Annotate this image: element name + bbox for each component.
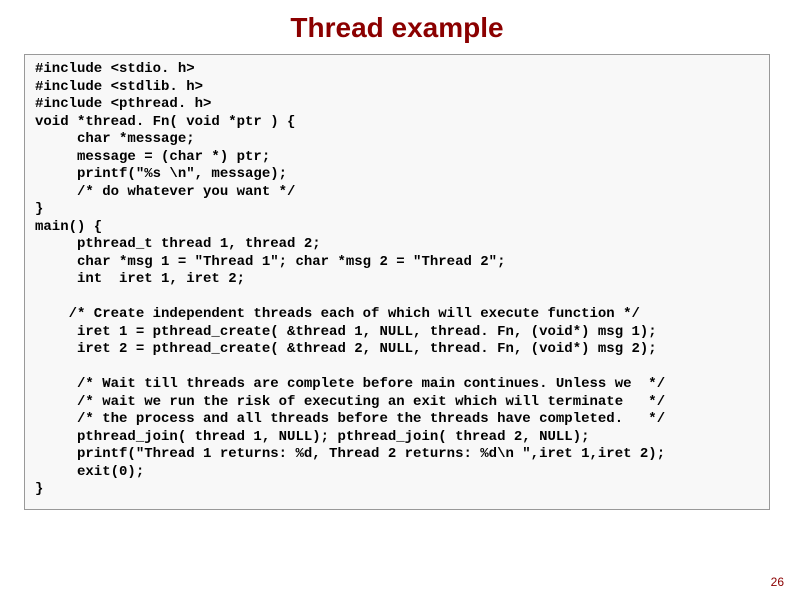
- page-number: 26: [771, 575, 784, 589]
- slide: Thread example #include <stdio. h> #incl…: [0, 0, 794, 595]
- code-box: #include <stdio. h> #include <stdlib. h>…: [24, 54, 770, 510]
- slide-title: Thread example: [0, 0, 794, 50]
- code-content: #include <stdio. h> #include <stdlib. h>…: [35, 61, 759, 499]
